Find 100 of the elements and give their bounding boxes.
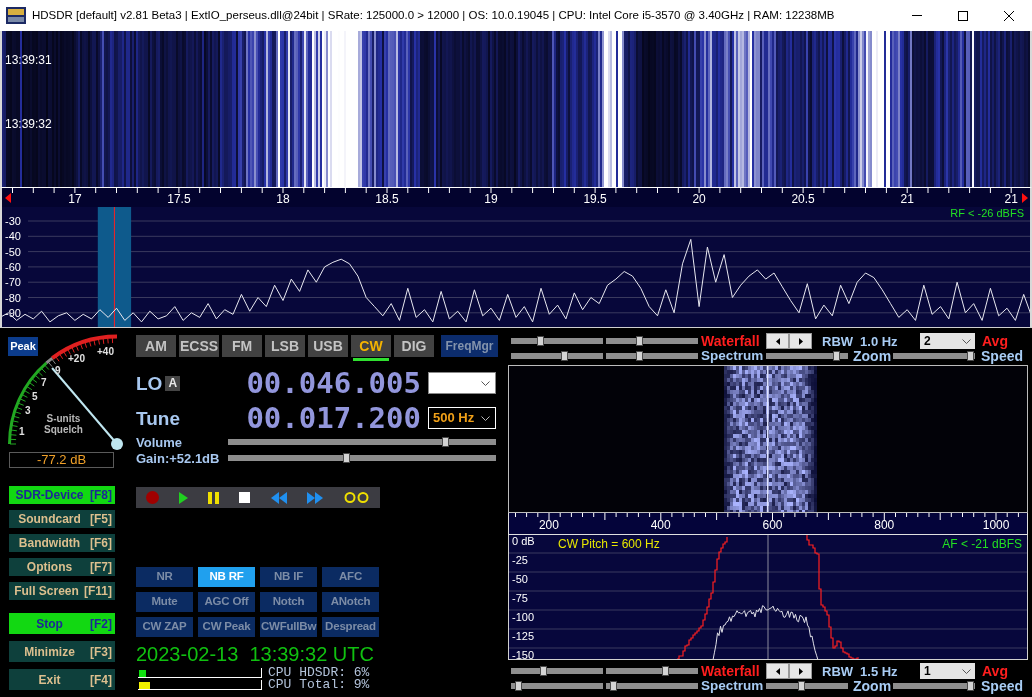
slider-thumb[interactable] — [967, 351, 975, 361]
slider-track[interactable] — [511, 666, 603, 676]
chevron-down-icon[interactable] — [962, 668, 971, 674]
slider-track[interactable] — [511, 336, 603, 346]
function-key-button[interactable]: Exit [F4] — [9, 669, 115, 690]
slider-thumb[interactable] — [610, 681, 618, 691]
rewind-icon[interactable] — [270, 491, 287, 504]
function-key-button[interactable]: Soundcard [F5] — [9, 510, 115, 528]
dsp-toggle-button[interactable]: CWFullBw — [260, 617, 317, 637]
spectrum-label: Spectrum — [701, 679, 763, 693]
dsp-toggle-button[interactable]: AGC Off — [198, 592, 255, 612]
dsp-toggle-button[interactable]: NR — [136, 567, 193, 587]
slider-track[interactable] — [893, 351, 975, 361]
average-select[interactable]: 2 — [920, 333, 975, 349]
utc-clock: 2023-02-13 13:39:32 UTC — [136, 642, 375, 666]
axis-label: -50 — [512, 572, 529, 587]
loop-icon[interactable] — [342, 492, 370, 503]
frequency-display[interactable]: 00.017.200 — [246, 406, 421, 430]
function-key-button[interactable]: SDR-Device [F8] — [9, 486, 115, 504]
maximize-icon[interactable] — [958, 10, 968, 21]
dsp-toggle-button[interactable]: Mute — [136, 592, 193, 612]
play-icon[interactable] — [179, 491, 189, 504]
axis-label: -80 — [5, 291, 21, 304]
slider-thumb[interactable] — [342, 453, 350, 463]
chevron-down-icon[interactable] — [962, 338, 971, 344]
right-triangle-icon[interactable] — [798, 667, 803, 675]
dsp-toggle-button[interactable]: ANotch — [322, 592, 379, 612]
slider-thumb[interactable] — [561, 351, 569, 361]
rf-level-status: RF < -26 dBFS — [950, 207, 1024, 220]
dsp-toggle-button[interactable]: Notch — [260, 592, 317, 612]
scale-label: 21 — [900, 192, 914, 206]
mode-tab[interactable]: AM — [136, 335, 176, 357]
pause-icon[interactable] — [208, 491, 220, 504]
step-left-button[interactable] — [766, 333, 789, 349]
af-level-status: AF < -21 dBFS — [942, 537, 1022, 551]
slider-track[interactable] — [766, 681, 848, 691]
step-right-button[interactable] — [789, 333, 812, 349]
slider-track[interactable] — [606, 666, 698, 676]
mode-tab[interactable]: USB — [308, 335, 348, 357]
function-key-button[interactable]: Bandwidth [F6] — [9, 534, 115, 552]
slider-track[interactable] — [766, 351, 848, 361]
mode-tab[interactable]: LSB — [265, 335, 305, 357]
slider-thumb[interactable] — [635, 336, 643, 346]
axis-label: -75 — [512, 591, 529, 606]
function-key-button[interactable]: Stop [F2] — [9, 613, 115, 634]
slider-track[interactable] — [228, 453, 496, 463]
mode-tab[interactable]: DIG — [394, 335, 434, 357]
peak-button[interactable]: Peak — [8, 337, 38, 356]
mode-tab[interactable]: CW — [351, 335, 391, 357]
slider-thumb[interactable] — [539, 666, 547, 676]
mode-tab[interactable]: FM — [222, 335, 262, 357]
slider-track[interactable] — [893, 681, 975, 691]
slider-thumb[interactable] — [442, 437, 449, 447]
frequency-display[interactable]: 00.046.005 — [246, 371, 421, 395]
slider-thumb[interactable] — [967, 681, 975, 691]
left-triangle-icon[interactable] — [775, 337, 780, 345]
slider-thumb[interactable] — [536, 336, 544, 346]
slider-track[interactable] — [606, 351, 698, 361]
lo-select[interactable] — [428, 372, 496, 394]
app-icon — [6, 7, 26, 24]
stop-icon[interactable] — [239, 492, 251, 503]
function-key-button[interactable]: Minimize [F3] — [9, 641, 115, 662]
slider-thumb[interactable] — [515, 681, 523, 691]
cpu-usage-text: CPU HDSDR: 6% — [268, 667, 370, 679]
chevron-down-icon[interactable] — [481, 380, 490, 386]
step-right-button[interactable] — [789, 663, 812, 679]
mode-tab[interactable]: ECSS — [179, 335, 219, 357]
right-arrow-icon[interactable] — [1022, 193, 1028, 203]
close-icon[interactable] — [1004, 10, 1014, 21]
scale-label: 1000 — [982, 518, 1010, 532]
slider-track[interactable] — [511, 351, 603, 361]
function-key-button[interactable]: Options [F7] — [9, 558, 115, 576]
slider-thumb[interactable] — [798, 681, 806, 691]
slider-thumb[interactable] — [635, 351, 643, 361]
fast-forward-icon[interactable] — [306, 491, 323, 504]
dsp-toggle-button[interactable]: CW Peak — [198, 617, 255, 637]
slider-track[interactable] — [228, 437, 496, 447]
left-arrow-icon[interactable] — [5, 193, 11, 203]
dsp-toggle-button[interactable]: CW ZAP — [136, 617, 193, 637]
function-key-button[interactable]: Full Screen [F11] — [9, 582, 115, 600]
slider-thumb[interactable] — [662, 666, 670, 676]
left-triangle-icon[interactable] — [775, 667, 780, 675]
slider-track[interactable] — [606, 681, 698, 691]
axis-label: -30 — [5, 215, 21, 227]
slider-track[interactable] — [606, 336, 698, 346]
chevron-down-icon[interactable] — [481, 415, 490, 421]
right-triangle-icon[interactable] — [798, 337, 803, 345]
slider-track[interactable] — [511, 681, 603, 691]
volume-label: Volume — [136, 435, 183, 449]
step-left-button[interactable] — [766, 663, 789, 679]
average-select[interactable]: 1 — [920, 663, 975, 679]
waterfall-timestamp: 13:39:31 — [5, 53, 52, 67]
filter-select[interactable]: 500 Hz — [428, 407, 496, 429]
axis-label: -150 — [512, 648, 535, 663]
slider-thumb[interactable] — [832, 351, 840, 361]
freq-manager-button[interactable]: FreqMgr — [441, 335, 498, 357]
dsp-toggle-button[interactable]: Despread — [322, 617, 379, 637]
dsp-toggle-button[interactable]: NB IF — [260, 567, 317, 587]
tuning-marker[interactable] — [113, 207, 115, 327]
dsp-toggle-button[interactable]: AFC — [322, 567, 379, 587]
